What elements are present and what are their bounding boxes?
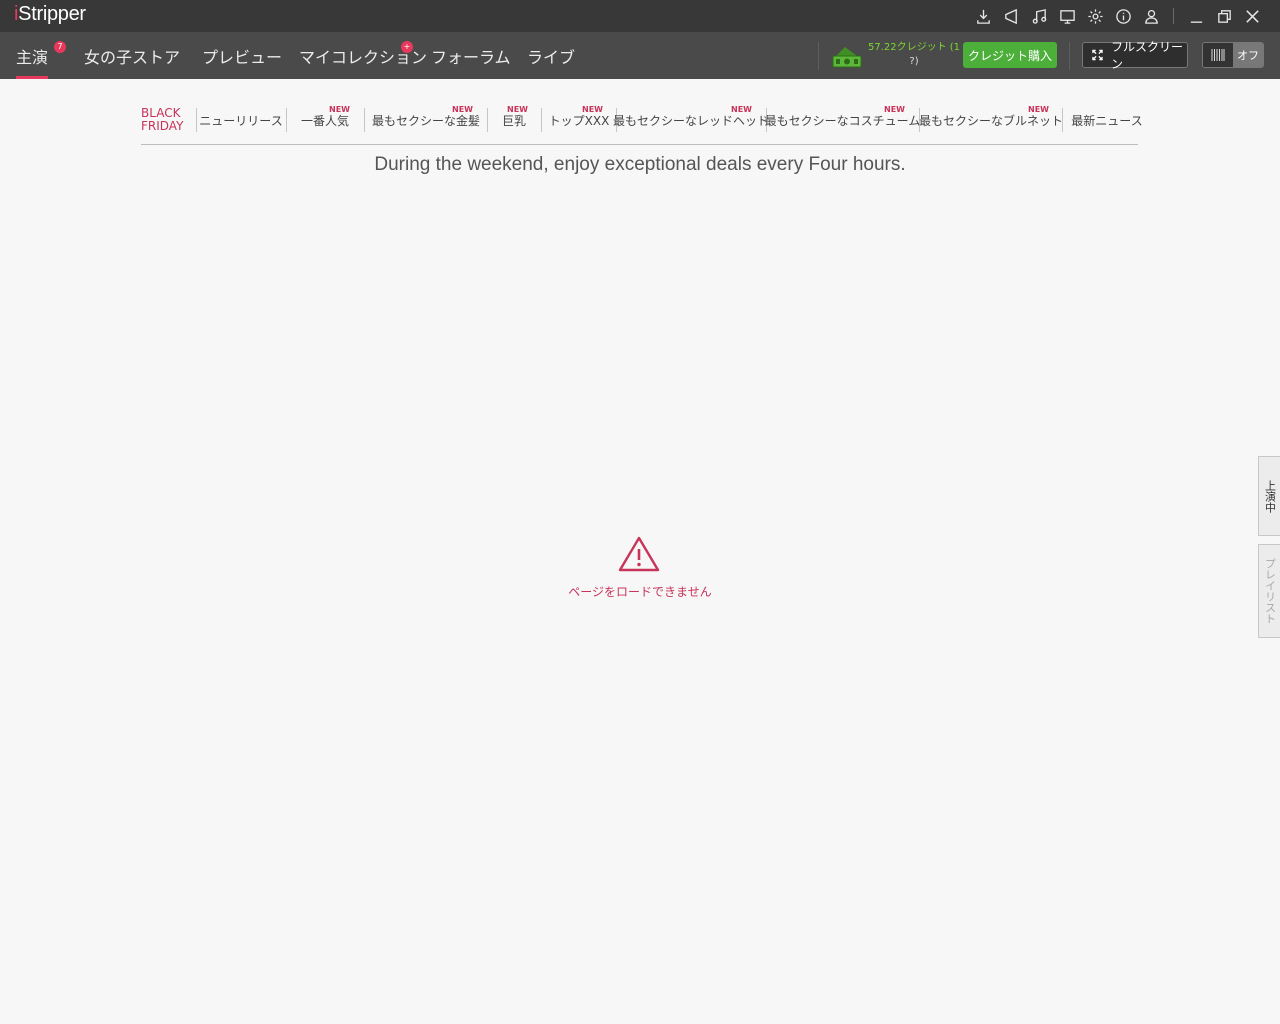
promo-headline: During the weekend, enjoy exceptional de…: [374, 154, 906, 175]
tab-label: 最新ニュース: [1071, 113, 1143, 128]
app-title-rest: Stripper: [18, 3, 86, 25]
side-tab-label: プレイリスト: [1263, 558, 1277, 624]
tab-divider: [196, 108, 197, 132]
settings-gear-icon[interactable]: [1081, 0, 1109, 32]
tab-sexiest-costume[interactable]: NEW 最もセクシーなコスチューム: [765, 96, 921, 144]
credits-balance[interactable]: 57.22クレジット (1 ?): [866, 41, 962, 69]
new-badge: NEW: [582, 105, 603, 114]
tab-divider: [541, 108, 542, 132]
app-title: iStripper: [14, 3, 86, 26]
nav-badge-my-collection: +: [401, 41, 413, 53]
download-icon[interactable]: [969, 0, 997, 32]
nav-item-forum[interactable]: フォーラム: [431, 32, 511, 79]
title-bar-icons: [969, 0, 1266, 32]
new-badge: NEW: [731, 105, 752, 114]
display-toggle[interactable]: オフ: [1202, 42, 1264, 68]
title-bar-separator: [1173, 8, 1174, 24]
warning-triangle-icon: [617, 535, 661, 577]
minimize-icon[interactable]: [1182, 0, 1210, 32]
tab-most-popular[interactable]: NEW 一番人気: [300, 96, 350, 144]
tab-black-friday[interactable]: BLACK FRIDAY: [141, 96, 185, 144]
credits-sub: ?): [909, 56, 919, 67]
new-badge: NEW: [452, 105, 473, 114]
tab-latest-news[interactable]: 最新ニュース: [1071, 96, 1142, 144]
credits-amount: 57.22クレジット (1: [867, 42, 961, 53]
user-icon[interactable]: [1137, 0, 1165, 32]
tab-label: 最もセクシーなブルネット: [919, 113, 1064, 128]
new-badge: NEW: [884, 105, 905, 114]
nav-item-label: フォーラム: [431, 47, 511, 67]
tab-new-releases[interactable]: ニューリリース: [199, 96, 282, 144]
side-tab-label: 上演中: [1263, 479, 1277, 513]
tab-divider: [364, 108, 365, 132]
barcode-icon: [1203, 43, 1233, 67]
tab-label: 最もセクシーなレッドヘッド: [613, 113, 770, 128]
close-icon[interactable]: [1238, 0, 1266, 32]
tab-label-line2: FRIDAY: [141, 119, 184, 133]
new-badge: NEW: [1028, 105, 1049, 114]
tab-sexiest-blonde[interactable]: NEW 最もセクシーな金髪: [372, 96, 480, 144]
monitor-icon[interactable]: [1053, 0, 1081, 32]
nav-item-girl-store[interactable]: 女の子ストア: [84, 32, 180, 79]
side-tab-playlist[interactable]: プレイリスト: [1258, 544, 1280, 638]
nav-divider: [1069, 42, 1070, 70]
buy-credits-button[interactable]: クレジット購入: [963, 42, 1057, 68]
tab-sexiest-redhead[interactable]: NEW 最もセクシーなレッドヘッド: [613, 96, 769, 144]
tab-label: 最もセクシーなコスチューム: [764, 113, 921, 128]
nav-item-my-collection[interactable]: マイコレクション: [299, 32, 427, 79]
tab-label: 巨乳: [501, 113, 526, 128]
nav-item-label: 女の子ストア: [84, 47, 181, 67]
tab-label: 一番人気: [300, 113, 349, 128]
tab-divider: [487, 108, 488, 132]
money-stack-icon: [831, 43, 863, 73]
category-tabs: BLACK FRIDAY ニューリリース NEW 一番人気 NEW 最もセクシー…: [141, 96, 1143, 145]
nav-item-label: プレビュー: [202, 47, 283, 67]
info-icon[interactable]: [1109, 0, 1137, 32]
fullscreen-label: フルスクリーン: [1110, 40, 1183, 71]
tab-label: 最もセクシーな金髪: [372, 113, 481, 128]
music-icon[interactable]: [1025, 0, 1053, 32]
tab-top-xxx[interactable]: NEW トップXXX: [549, 96, 610, 144]
tab-label: トップXXX: [548, 113, 610, 128]
tab-divider: [286, 108, 287, 132]
nav-item-starring[interactable]: 主演: [16, 32, 49, 79]
announcement-icon[interactable]: [997, 0, 1025, 32]
toggle-state-label: オフ: [1233, 43, 1263, 67]
expand-icon: [1092, 49, 1103, 61]
tab-big-breasts[interactable]: NEW 巨乳: [500, 96, 528, 144]
nav-badge-starring: 7: [54, 41, 66, 53]
side-tab-now-playing[interactable]: 上演中: [1258, 456, 1280, 536]
tab-label: ニューリリース: [199, 113, 283, 128]
title-bar: iStripper: [0, 0, 1280, 32]
nav-item-live[interactable]: ライブ: [527, 32, 575, 79]
tab-divider: [1062, 108, 1063, 132]
tab-sexiest-brunette[interactable]: NEW 最もセクシーなブルネット: [919, 96, 1063, 144]
nav-divider: [818, 42, 819, 70]
fullscreen-button[interactable]: フルスクリーン: [1082, 40, 1188, 71]
new-badge: NEW: [507, 105, 528, 114]
restore-icon[interactable]: [1210, 0, 1238, 32]
error-message: ページをロードできません: [568, 585, 712, 599]
new-badge: NEW: [329, 105, 350, 114]
nav-item-label: ライブ: [527, 47, 576, 67]
nav-item-label: 主演: [16, 47, 49, 67]
nav-item-preview[interactable]: プレビュー: [202, 32, 282, 79]
